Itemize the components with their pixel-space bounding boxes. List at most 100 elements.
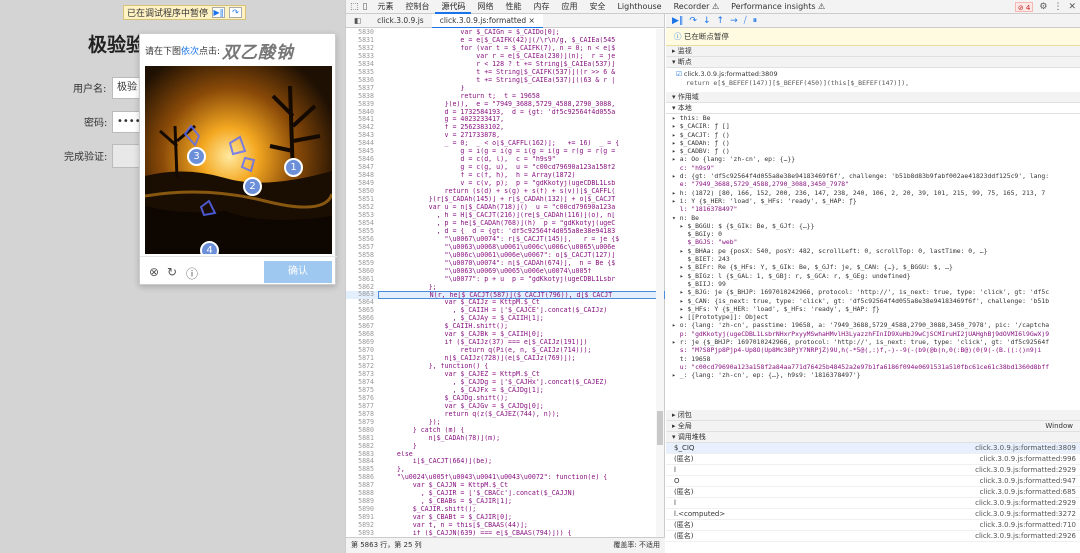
code-line[interactable]: 5879 }); — [346, 418, 665, 427]
scope-entry[interactable]: ▸ d: {gt: 'df5c92564f4d055a8e38e94183469… — [672, 172, 1080, 180]
code-line[interactable]: 5836 t += String[$_CAIEa(537)]((63 & r | — [346, 76, 665, 85]
code-line[interactable]: 5832 for (var t = $_CAIFK(7), n = 0; n <… — [346, 44, 665, 53]
section-global[interactable]: ▸ 全局 Window — [666, 421, 1080, 432]
scope-entry[interactable]: ▸ $_HFs: Y {$_HER: 'load', $_HFs: 'ready… — [672, 305, 1080, 313]
section-local[interactable]: ▾ 本地 — [666, 103, 1080, 114]
callstack-frame[interactable]: l click.3.0.9.js:formatted:2929 — [666, 498, 1080, 509]
code-line[interactable]: 5882 } — [346, 442, 665, 451]
code-line[interactable]: 5856 "\u0067\u0074": r[$_CACJT(145)], r … — [346, 235, 665, 244]
section-breakpoints[interactable]: ▾ 断点 — [666, 57, 1080, 68]
click-marker-4[interactable]: 4 — [200, 241, 219, 254]
code-line[interactable]: 5858 "\u006c\u0061\u006e\u0067": o[$_CAC… — [346, 251, 665, 260]
scope-entry[interactable]: t: 19658 — [672, 355, 1080, 363]
code-line[interactable]: 5852 var u = n[$_CADAh(718)]() u = "c00c… — [346, 203, 665, 212]
code-line[interactable]: 5850 return (s(d) + s(g) + s(f) + s(v))[… — [346, 187, 665, 196]
scope-entry[interactable]: c: "h9s9" — [672, 164, 1080, 172]
settings-icon[interactable]: ⚙ — [1039, 2, 1047, 12]
scope-entry[interactable]: ▸ $_BGGU: $ {$_GIk: Be, $_GJf: {…}} — [672, 222, 1080, 230]
captcha-image[interactable]: 3 1 2 4 — [145, 66, 332, 254]
callstack-frame[interactable]: (匿名) click.3.0.9.js:formatted:710 — [666, 520, 1080, 531]
code-line[interactable]: 5873 var $_CAJEZ = KttpM.$_Ct — [346, 370, 665, 379]
scope-entry[interactable]: ▸ $_CACIR: ƒ [] — [672, 122, 1080, 130]
devtools-tab[interactable]: 网络 — [471, 0, 499, 14]
scope-entry[interactable]: ▸ [[Prototype]]: Object — [672, 313, 1080, 321]
code-line[interactable]: 5869 if ($_CAIJz(37) === e[$_CAIJz(191)]… — [346, 338, 665, 347]
breakpoint-item[interactable]: ☑ click.3.0.9.js:formatted:3809 return e… — [666, 68, 1080, 92]
click-marker-2[interactable]: 2 — [243, 177, 262, 196]
code-line[interactable]: 5847 g = c(g, u), u = "c00cd79690a123a15… — [346, 163, 665, 172]
devtools-tab[interactable]: 控制台 — [399, 0, 435, 14]
code-line[interactable]: 5835 t += String[$_CAIFK(537)]((r >> 6 & — [346, 68, 665, 77]
code-line[interactable]: 5889 , $_CBABs = $_CAJIR[1]; — [346, 497, 665, 506]
pause-on-exceptions-icon[interactable]: ⏸ — [753, 16, 758, 26]
step-over-icon[interactable]: ↷ — [229, 7, 243, 18]
step-over-button-icon[interactable]: ↷ — [689, 16, 697, 26]
scope-entry[interactable]: ▾ n: Be — [672, 214, 1080, 222]
scope-variables[interactable]: ▸ this: Be ▸ $_CACIR: ƒ [] ▸ $_CACJT: ƒ ()… — [666, 114, 1080, 410]
callstack-frame[interactable]: (匿名) click.3.0.9.js:formatted:996 — [666, 454, 1080, 465]
scope-entry[interactable]: ▸ $_CADBV: ƒ () — [672, 147, 1080, 155]
scope-entry[interactable]: ▸ i: Y {$_HER: 'load', $_HFs: 'ready', $… — [672, 197, 1080, 205]
section-watch[interactable]: ▸ 监视 — [666, 46, 1080, 57]
scope-entry[interactable]: ▸ $_BIGz: l {$_GAL: 1, $_GBj: r, $_GCA: … — [672, 272, 1080, 280]
code-line[interactable]: 5880 } catch (m) { — [346, 426, 665, 435]
callstack-frame[interactable]: l click.3.0.9.js:formatted:2929 — [666, 465, 1080, 476]
callstack-frame[interactable]: (匿名) click.3.0.9.js:formatted:2926 — [666, 531, 1080, 542]
code-line[interactable]: 5841 g = 4023233417, — [346, 116, 665, 124]
code-line[interactable]: 5851 }(r[$_CADAh(145)] + r[$_CADAh(132)]… — [346, 195, 665, 204]
click-marker-3[interactable]: 3 — [187, 147, 206, 166]
refresh-icon[interactable]: ↻ — [167, 265, 177, 279]
scope-entry[interactable]: $_BIET: 243 — [672, 255, 1080, 263]
code-line[interactable]: 5855 , d = { d = {gt: 'df5c92564f4d055a8… — [346, 227, 665, 236]
section-callstack[interactable]: ▾ 调用堆栈 — [666, 432, 1080, 443]
scope-entry[interactable]: ▸ this: Be — [672, 114, 1080, 122]
code-line[interactable]: 5892 var t, n = this[$_CBAAS(44)]; — [346, 521, 665, 530]
code-line[interactable]: 5849 v = c(v, p); p = "gdKkotyj(ugeCDBL1… — [346, 179, 665, 188]
resume-icon[interactable]: ▶‖ — [212, 7, 226, 18]
code-line[interactable]: 5862 }; — [346, 283, 665, 292]
code-line[interactable]: 5839 }(e)), e = "7949_3688,5729_4588,279… — [346, 100, 665, 109]
scope-entry[interactable]: u: "c00cd79690a123a158f2a84aa771d76425b4… — [672, 363, 1080, 371]
sidebar-toggle-icon[interactable]: ◧ — [346, 14, 369, 28]
code-line[interactable]: 5838 return t; t = 19658 — [346, 92, 665, 101]
confirm-button[interactable]: 确认 — [264, 261, 332, 283]
devtools-tab[interactable]: Recorder ⚠ — [668, 0, 726, 14]
code-line[interactable]: 5885 }, — [346, 465, 665, 474]
device-toggle-icon[interactable]: ▯ — [363, 2, 368, 12]
code-line[interactable]: 5860 "\u0063\u0069\u0065\u006e\u0074\u00… — [346, 267, 665, 276]
code-line[interactable]: 5867 $_CAIIH.shift(); — [346, 322, 665, 331]
step-out-button-icon[interactable]: ↑ — [717, 16, 725, 26]
code-line[interactable]: 5888 , $_CAJIR = ['$_CBACc'].concat($_CA… — [346, 489, 665, 498]
code-line[interactable]: 5881 n[$_CADAh(78)](m); — [346, 434, 665, 443]
code-line[interactable]: 5887 var $_CAJJN = KttpM.$_Ct — [346, 481, 665, 490]
code-line[interactable]: 5861 "\u0077": p + u p = "gdKkotyj(ugeCD… — [346, 275, 665, 284]
code-line[interactable]: 5830 var $_CAIGn = $_CAIDo[0]; — [346, 29, 665, 37]
code-line[interactable]: 5853 , h = H[$_CACJT(216)](re[$_CADAh(11… — [346, 211, 665, 220]
code-line[interactable]: 5884 i[$_CACJT(664)](be); — [346, 458, 665, 466]
scope-entry[interactable]: $_BGIy: 0 — [672, 230, 1080, 238]
scope-entry[interactable]: ▸ $_CACJT: ƒ () — [672, 131, 1080, 139]
scope-entry[interactable]: s: "M?S8Pjp8Pjp4-Up8O(Up8Mc38PjY?NRPjZ)9… — [672, 346, 1080, 354]
code-line[interactable]: 5840 d = 1732584193, d = {gt: 'df5c92564… — [346, 108, 665, 117]
inspect-icon[interactable]: ⬚ — [350, 2, 359, 12]
file-tab[interactable]: click.3.0.9.js — [369, 14, 432, 28]
scope-entry[interactable]: ▸ a: Oo {lang: 'zh-cn', ep: {…}} — [672, 155, 1080, 163]
code-line[interactable]: 5831 e = e[$_CAIFK(42)](/\r\n/g, $_CAIEa… — [346, 36, 665, 45]
code-line[interactable]: 5845 g = i(g = i(g = i(g = i(g = r(g = r… — [346, 147, 665, 156]
file-tab[interactable]: click.3.0.9.js:formatted × — [431, 13, 543, 28]
devtools-tab[interactable]: 内存 — [527, 0, 555, 14]
code-line[interactable]: 5842 f = 2562383102, — [346, 123, 665, 132]
code-line[interactable]: 5878 return q(z($_CAJEZ(744), n)); — [346, 410, 665, 419]
code-line[interactable]: 5891 var $_CBABt = $_CAJIR[0]; — [346, 513, 665, 522]
close-icon[interactable]: ⊗ — [149, 265, 159, 279]
scope-entry[interactable]: $_BIIJ: 99 — [672, 280, 1080, 288]
code-line[interactable]: 5871 n[$_CAIJz(728)](e[$_CAIJz(769)]); — [346, 354, 665, 363]
devtools-tab[interactable]: 应用 — [555, 0, 583, 14]
scrollbar-thumb[interactable] — [657, 411, 663, 445]
scope-entry[interactable]: ▸ $_BIFr: Re {$_HFs: Y, $_GIk: Be, $_GJf… — [672, 263, 1080, 271]
error-count-badge[interactable]: ⊘ 4 — [1014, 1, 1034, 12]
click-marker-1[interactable]: 1 — [284, 158, 303, 177]
code-line[interactable]: 5859 "\u0070\u0074": n[$_CADAh(674)], n … — [346, 259, 665, 268]
scope-entry[interactable]: ▸ $_BJG: je {$_BHJP: 1697010242966, prot… — [672, 288, 1080, 296]
close-devtools-icon[interactable]: ✕ — [1068, 2, 1076, 12]
